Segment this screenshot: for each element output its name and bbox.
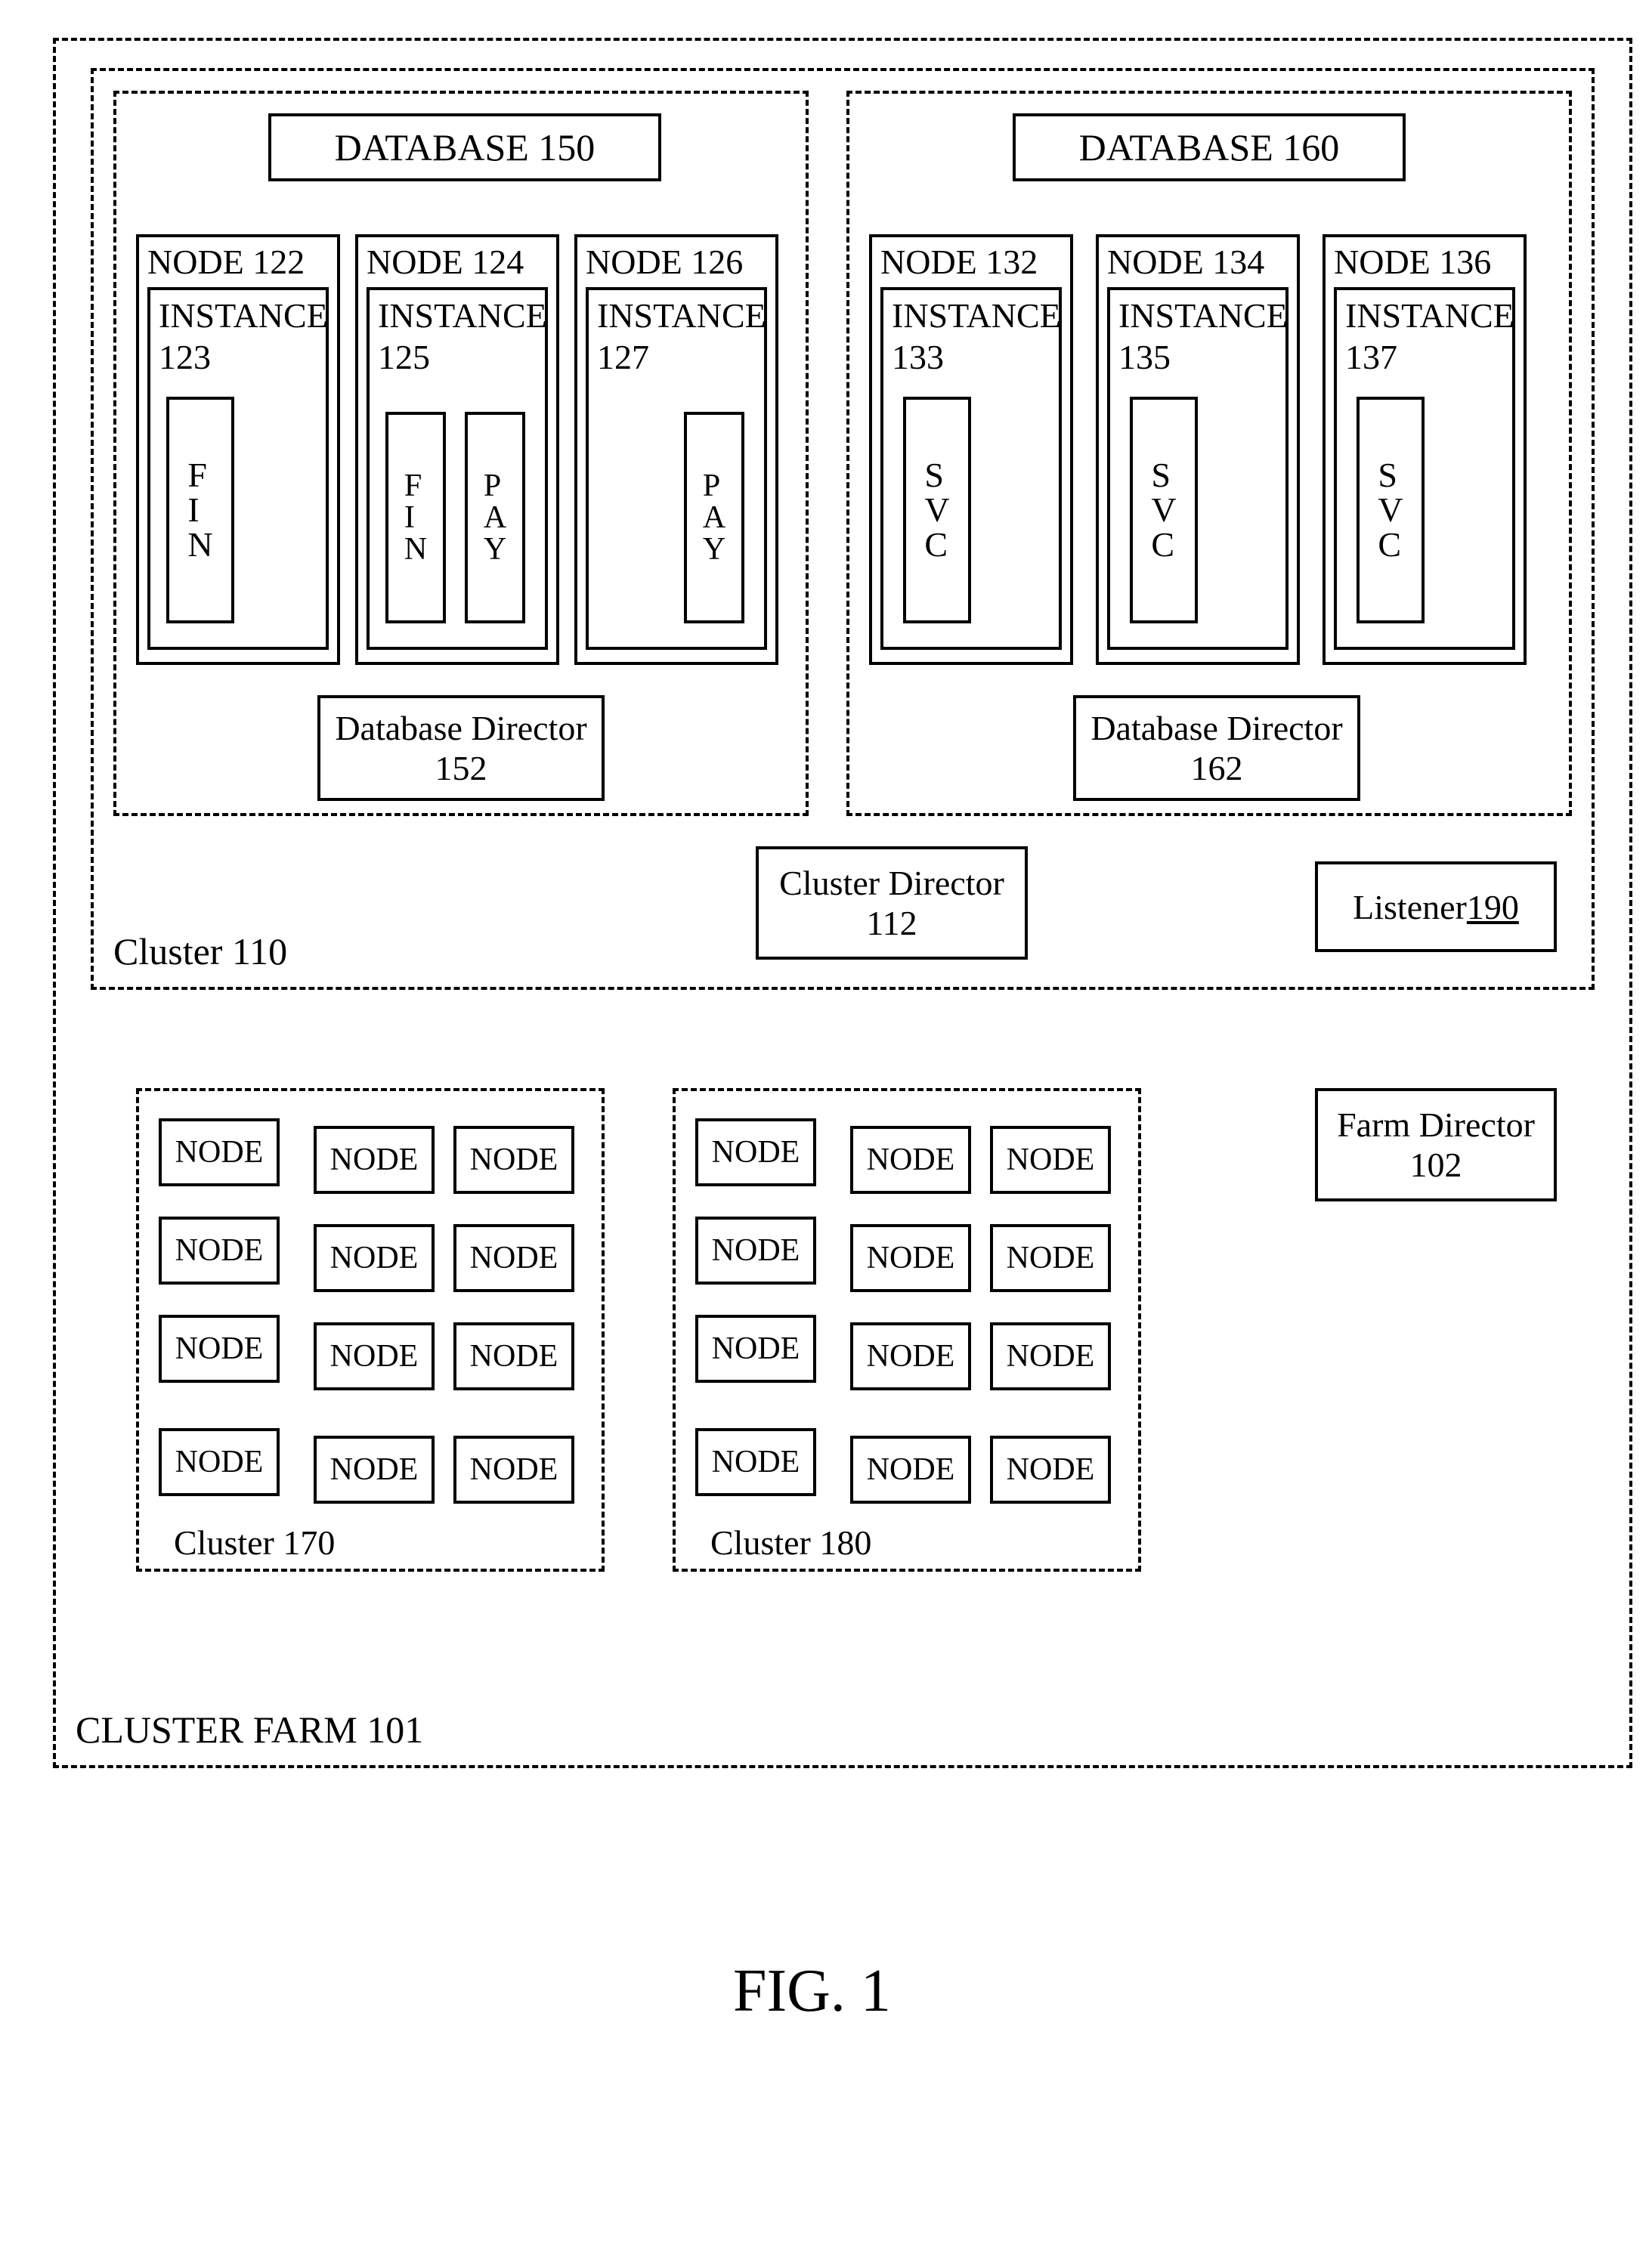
node-box: NODE <box>159 1315 280 1383</box>
instance-125-label: INSTANCE 125 <box>378 295 544 378</box>
instance-135-label: INSTANCE 135 <box>1118 295 1285 378</box>
node-box: NODE <box>850 1224 971 1292</box>
node-122-label: NODE 122 <box>147 242 305 282</box>
node-box: NODE <box>850 1322 971 1390</box>
cluster-110-label: Cluster 110 <box>113 929 287 973</box>
listener-box: Listener 190 <box>1315 861 1557 952</box>
instance-137-label: INSTANCE 137 <box>1345 295 1511 378</box>
node-box: NODE <box>695 1428 816 1496</box>
node-box: NODE <box>159 1217 280 1285</box>
database-160-title: DATABASE 160 <box>1013 113 1406 181</box>
node-box: NODE <box>695 1315 816 1383</box>
figure-label: FIG. 1 <box>733 1957 891 2026</box>
database-160-director: Database Director 162 <box>1073 695 1360 801</box>
node-box: NODE <box>159 1428 280 1496</box>
node-box: NODE <box>453 1436 574 1504</box>
node-box: NODE <box>453 1224 574 1292</box>
database-150-director: Database Director 152 <box>317 695 605 801</box>
listener-num: 190 <box>1467 887 1519 927</box>
node-box: NODE <box>850 1126 971 1194</box>
node-box: NODE <box>453 1126 574 1194</box>
node-box: NODE <box>314 1224 435 1292</box>
node-box: NODE <box>314 1322 435 1390</box>
node-box: NODE <box>695 1217 816 1285</box>
node-box: NODE <box>990 1224 1111 1292</box>
svc-fin-122: F I N <box>166 397 234 623</box>
cluster-170-label: Cluster 170 <box>174 1523 335 1563</box>
instance-123-label: INSTANCE 123 <box>159 295 325 378</box>
node-132-label: NODE 132 <box>880 242 1038 282</box>
svc-pay-126: P A Y <box>684 412 744 623</box>
svc-pay-124: P A Y <box>465 412 525 623</box>
node-134-label: NODE 134 <box>1107 242 1264 282</box>
node-124-label: NODE 124 <box>367 242 524 282</box>
node-box: NODE <box>453 1322 574 1390</box>
node-box: NODE <box>990 1126 1111 1194</box>
instance-133-label: INSTANCE 133 <box>892 295 1058 378</box>
database-150-title: DATABASE 150 <box>268 113 661 181</box>
farm-director-box: Farm Director 102 <box>1315 1088 1557 1201</box>
node-box: NODE <box>314 1436 435 1504</box>
cluster-farm-label: CLUSTER FARM 101 <box>76 1708 423 1752</box>
node-box: NODE <box>695 1118 816 1186</box>
cluster-180-label: Cluster 180 <box>710 1523 871 1563</box>
svc-fin-124: F I N <box>385 412 446 623</box>
node-box: NODE <box>850 1436 971 1504</box>
listener-text: Listener <box>1353 887 1467 927</box>
node-box: NODE <box>159 1118 280 1186</box>
instance-127-label: INSTANCE 127 <box>597 295 763 378</box>
svc-svc-132: S V C <box>903 397 971 623</box>
svc-svc-134: S V C <box>1130 397 1198 623</box>
node-126-label: NODE 126 <box>586 242 743 282</box>
svc-svc-136: S V C <box>1357 397 1425 623</box>
node-box: NODE <box>990 1436 1111 1504</box>
cluster-director-box: Cluster Director 112 <box>756 846 1028 960</box>
node-box: NODE <box>314 1126 435 1194</box>
node-box: NODE <box>990 1322 1111 1390</box>
node-136-label: NODE 136 <box>1334 242 1491 282</box>
